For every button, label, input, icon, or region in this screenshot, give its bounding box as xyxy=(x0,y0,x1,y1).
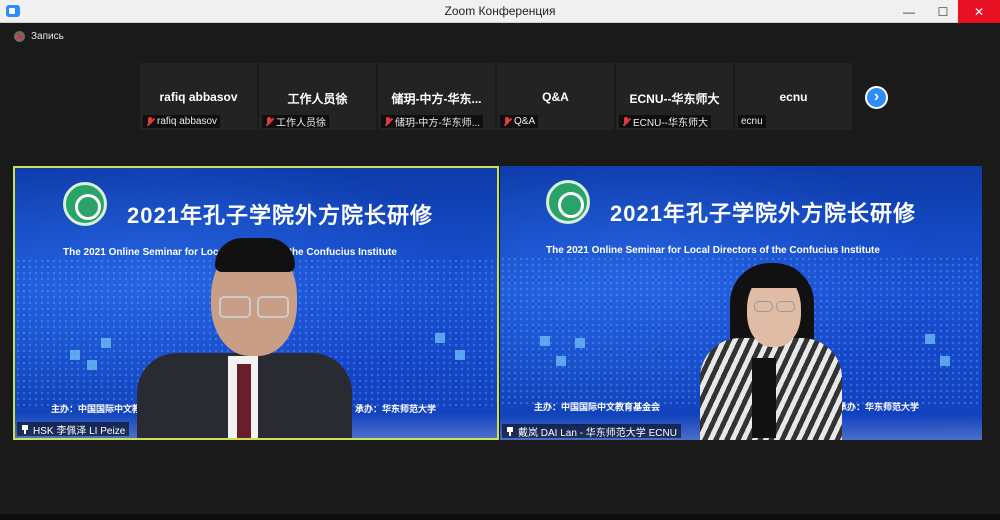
decor-square xyxy=(435,333,445,343)
recording-indicator[interactable]: Запись xyxy=(14,31,64,42)
maximize-button[interactable]: ☐ xyxy=(926,0,960,23)
title-bar: Zoom Конференция — ☐ ✕ xyxy=(0,0,1000,23)
decor-square xyxy=(87,360,97,370)
glasses-left xyxy=(219,296,251,318)
participant-tile[interactable]: 工作人员徐 工作人员徐 xyxy=(259,63,376,130)
decor-square xyxy=(925,334,935,344)
record-icon xyxy=(14,31,25,42)
glasses-left xyxy=(754,301,773,312)
participant-label-text: ECNU--华东师大 xyxy=(633,118,708,128)
participant-tile[interactable]: ecnu ecnu xyxy=(735,63,852,130)
participant-name: rafiq abbasov xyxy=(159,90,238,104)
speaker-name-label: HSK 李佩泽 LI Peize xyxy=(17,422,130,437)
participant-tile[interactable]: 储玥-中方-华东... 储玥-中方-华东师... xyxy=(378,63,495,130)
hair xyxy=(215,238,295,272)
host-organizer: 主办：中国国际中文教育基金会 xyxy=(534,402,661,412)
participant-tile[interactable]: Q&A Q&A xyxy=(497,63,614,130)
participant-name-label: 戴岚 DAI Lan - 华东师范大学 ECNU xyxy=(502,424,681,439)
video-participant[interactable]: 2021年孔子学院外方院长研修 The 2021 Online Seminar … xyxy=(500,166,982,440)
seminar-title: 2021年孔子学院外方院长研修 xyxy=(127,203,433,228)
participant-label: 储玥-中方-华东师... xyxy=(381,115,483,128)
muted-mic-icon xyxy=(622,116,630,127)
window-title: Zoom Конференция xyxy=(444,4,556,18)
confucius-institute-logo xyxy=(546,180,590,224)
pin-icon xyxy=(506,426,514,436)
participant-label-text: Q&A xyxy=(514,116,536,127)
participant-tile[interactable]: rafiq abbasov rafiq abbasov xyxy=(140,63,257,130)
participant-name: Q&A xyxy=(542,90,569,104)
participant-label-text: 工作人员徐 xyxy=(276,118,326,128)
fringe xyxy=(744,266,804,288)
seminar-subtitle: The 2021 Online Seminar for Local Direct… xyxy=(546,245,880,256)
participant-name: ECNU--华东师大 xyxy=(629,92,720,106)
minimize-button[interactable]: — xyxy=(892,0,926,23)
next-page-arrow-icon[interactable]: › xyxy=(865,86,888,109)
muted-mic-icon xyxy=(265,116,273,127)
bottom-edge xyxy=(0,514,1000,520)
participant-name: ecnu xyxy=(779,90,808,104)
decor-square xyxy=(70,350,80,360)
decor-square xyxy=(455,350,465,360)
decor-square xyxy=(556,356,566,366)
participant-label: 工作人员徐 xyxy=(262,115,329,128)
seminar-title: 2021年孔子学院外方院长研修 xyxy=(610,201,916,226)
speaker-name-text: HSK 李佩泽 LI Peize xyxy=(33,425,126,437)
decor-square xyxy=(575,338,585,348)
participant-label: Q&A xyxy=(500,115,539,128)
inner-top xyxy=(752,358,776,438)
participant-label: ecnu xyxy=(738,115,766,128)
confucius-institute-logo xyxy=(63,182,107,226)
participant-strip: rafiq abbasov rafiq abbasov 工作人员徐 工作人员徐 … xyxy=(140,63,852,130)
glasses-right xyxy=(776,301,795,312)
muted-mic-icon xyxy=(503,116,511,127)
decor-square xyxy=(540,336,550,346)
pin-icon xyxy=(21,424,29,434)
muted-mic-icon xyxy=(384,116,392,127)
participant-label: ECNU--华东师大 xyxy=(619,115,711,128)
glasses-right xyxy=(257,296,289,318)
participant-label-text: 储玥-中方-华东师... xyxy=(395,118,480,128)
host-undertaker: 承办：华东师范大学 xyxy=(838,402,920,412)
close-button[interactable]: ✕ xyxy=(958,0,1000,23)
participant-label: rafiq abbasov xyxy=(143,115,221,128)
participant-name-text: 戴岚 DAI Lan - 华东师范大学 ECNU xyxy=(518,427,677,439)
participant-name: 工作人员徐 xyxy=(287,92,348,106)
decor-square xyxy=(940,356,950,366)
participant-name: 储玥-中方-华东... xyxy=(391,92,482,106)
video-active-speaker[interactable]: 2021年孔子学院外方院长研修 The 2021 Online Seminar … xyxy=(13,166,499,440)
recording-label: Запись xyxy=(31,31,64,42)
participant-label-text: rafiq abbasov xyxy=(157,116,218,127)
muted-mic-icon xyxy=(146,116,154,127)
tie xyxy=(237,364,251,438)
participant-tile[interactable]: ECNU--华东师大 ECNU--华东师大 xyxy=(616,63,733,130)
participant-label-text: ecnu xyxy=(741,116,763,127)
decor-square xyxy=(101,338,111,348)
